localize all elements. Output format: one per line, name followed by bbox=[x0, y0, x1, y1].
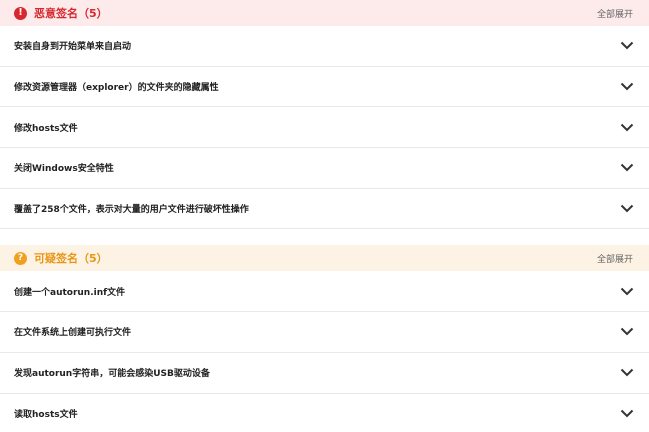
malicious-expand-all-button[interactable]: 全部展开 bbox=[597, 7, 633, 20]
exclamation-circle-icon: ! bbox=[14, 6, 27, 20]
chevron-down-icon[interactable] bbox=[619, 38, 635, 54]
question-circle-icon: ? bbox=[14, 251, 27, 265]
malicious-item-row[interactable]: 关闭Windows安全特性 bbox=[0, 148, 649, 189]
chevron-down-icon[interactable] bbox=[619, 365, 635, 381]
list-item-label: 修改hosts文件 bbox=[14, 123, 78, 134]
suspicious-signatures-section: ? 可疑签名（5） 全部展开 创建一个autorun.inf文件 在文件系统上创… bbox=[0, 245, 649, 432]
list-item-label: 创建一个autorun.inf文件 bbox=[14, 287, 126, 298]
malicious-signatures-section: ! 恶意签名（5） 全部展开 安装自身到开始菜单来自启动 修改资源管理器（exp… bbox=[0, 0, 649, 230]
chevron-down-icon[interactable] bbox=[619, 201, 635, 217]
suspicious-expand-all-button[interactable]: 全部展开 bbox=[597, 252, 633, 265]
list-item-label: 关闭Windows安全特性 bbox=[14, 164, 114, 175]
suspicious-item-row[interactable]: 发现autorun字符串，可能会感染USB驱动设备 bbox=[0, 353, 649, 394]
chevron-down-icon[interactable] bbox=[619, 160, 635, 176]
malicious-item-row[interactable]: 修改资源管理器（explorer）的文件夹的隐藏属性 bbox=[0, 67, 649, 108]
malicious-item-row[interactable]: 覆盖了258个文件，表示对大量的用户文件进行破坏性操作 bbox=[0, 189, 649, 230]
chevron-down-icon[interactable] bbox=[619, 324, 635, 340]
suspicious-item-row[interactable]: 创建一个autorun.inf文件 bbox=[0, 271, 649, 313]
malicious-section-header: ! 恶意签名（5） 全部展开 bbox=[0, 0, 649, 26]
list-item-label: 覆盖了258个文件，表示对大量的用户文件进行破坏性操作 bbox=[14, 205, 249, 216]
chevron-down-icon[interactable] bbox=[619, 283, 635, 299]
suspicious-item-row[interactable]: 读取hosts文件 bbox=[0, 394, 649, 432]
chevron-down-icon[interactable] bbox=[619, 79, 635, 95]
suspicious-section-title: 可疑签名（5） bbox=[34, 252, 108, 266]
list-item-label: 修改资源管理器（explorer）的文件夹的隐藏属性 bbox=[14, 83, 219, 94]
list-item-label: 在文件系统上创建可执行文件 bbox=[14, 328, 132, 339]
list-item-label: 安装自身到开始菜单来自启动 bbox=[14, 42, 132, 53]
malicious-item-row[interactable]: 安装自身到开始菜单来自启动 bbox=[0, 26, 649, 67]
malicious-section-title: 恶意签名（5） bbox=[34, 7, 108, 20]
chevron-down-icon[interactable] bbox=[619, 405, 635, 421]
list-item-label: 发现autorun字符串，可能会感染USB驱动设备 bbox=[14, 369, 210, 380]
suspicious-section-header: ? 可疑签名（5） 全部展开 bbox=[0, 245, 649, 272]
chevron-down-icon[interactable] bbox=[619, 119, 635, 135]
malicious-item-row[interactable]: 修改hosts文件 bbox=[0, 107, 649, 149]
list-item-label: 读取hosts文件 bbox=[14, 409, 78, 420]
suspicious-item-row[interactable]: 在文件系统上创建可执行文件 bbox=[0, 312, 649, 353]
